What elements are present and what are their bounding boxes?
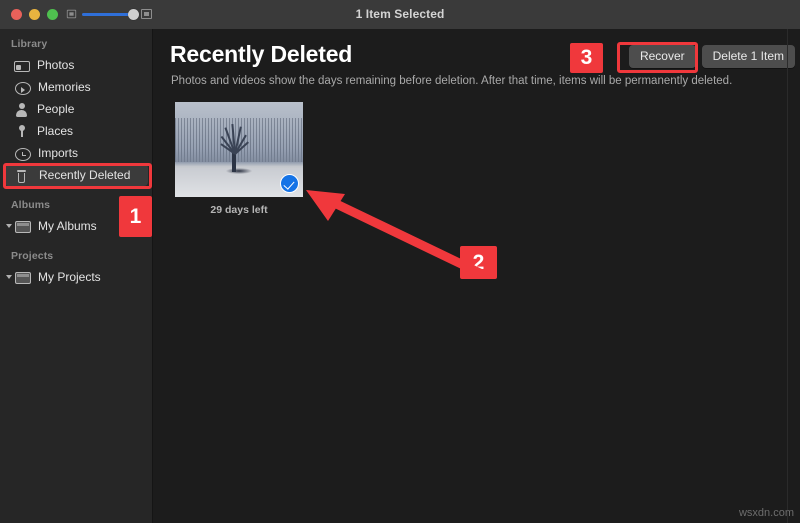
- sidebar-item-my-projects[interactable]: My Projects: [0, 266, 152, 288]
- photo-grid: 29 days left: [175, 102, 303, 216]
- trash-icon: [16, 169, 32, 183]
- photos-icon: [14, 61, 30, 72]
- people-icon: [14, 101, 30, 117]
- photo-tree: [214, 120, 254, 173]
- annotation-badge-1: 1: [119, 196, 152, 237]
- folder-icon: [15, 221, 31, 233]
- photo-caption: 29 days left: [210, 204, 268, 216]
- sidebar-item-people[interactable]: People: [0, 98, 152, 120]
- photo-cell[interactable]: 29 days left: [175, 102, 303, 216]
- chevron-down-icon[interactable]: [6, 224, 12, 228]
- sidebar-item-recently-deleted[interactable]: Recently Deleted: [4, 164, 148, 186]
- sidebar-item-label: Memories: [38, 80, 91, 94]
- sidebar-item-memories[interactable]: Memories: [0, 76, 152, 98]
- memories-icon: [15, 81, 31, 95]
- annotation-badge-2: 2: [460, 246, 497, 279]
- places-icon: [14, 123, 30, 139]
- selection-checkmark-icon[interactable]: [280, 174, 299, 193]
- sidebar-item-label: Imports: [38, 146, 79, 160]
- sidebar-item-label: Places: [37, 124, 74, 138]
- sidebar-section-projects: Projects: [11, 250, 54, 262]
- sidebar-item-places[interactable]: Places: [0, 120, 152, 142]
- sidebar-item-label: People: [37, 102, 75, 116]
- sidebar: Library Photos Memories People Places Im…: [0, 29, 153, 523]
- recover-button-wrapper: Recover: [628, 45, 696, 68]
- photo-thumbnail[interactable]: [175, 102, 303, 197]
- sidebar-item-label: Photos: [37, 58, 75, 72]
- sidebar-item-label: Recently Deleted: [39, 168, 131, 182]
- annotation-badge-3: 3: [570, 43, 603, 73]
- sidebar-item-label: My Albums: [38, 219, 97, 233]
- watermark: wsxdn.com: [738, 507, 794, 519]
- sidebar-section-library: Library: [11, 38, 48, 50]
- sidebar-item-imports[interactable]: Imports: [0, 142, 152, 164]
- window-titlebar: 1 Item Selected: [0, 0, 800, 30]
- delete-item-button[interactable]: Delete 1 Item: [701, 45, 795, 68]
- window-title: 1 Item Selected: [355, 7, 445, 21]
- page-subtitle: Photos and videos show the days remainin…: [171, 75, 733, 87]
- panel-divider: [787, 29, 788, 523]
- sidebar-item-label: My Projects: [38, 270, 101, 284]
- page-title: Recently Deleted: [170, 41, 353, 67]
- toolbar-actions: Recover Delete 1 Item: [628, 45, 795, 68]
- folder-icon: [15, 272, 31, 284]
- recover-button[interactable]: Recover: [628, 45, 696, 68]
- sidebar-item-photos[interactable]: Photos: [0, 54, 152, 76]
- imports-icon: [15, 147, 31, 161]
- chevron-down-icon[interactable]: [6, 275, 12, 279]
- photos-app-window: 1 Item Selected Library Photos Memories …: [0, 0, 800, 523]
